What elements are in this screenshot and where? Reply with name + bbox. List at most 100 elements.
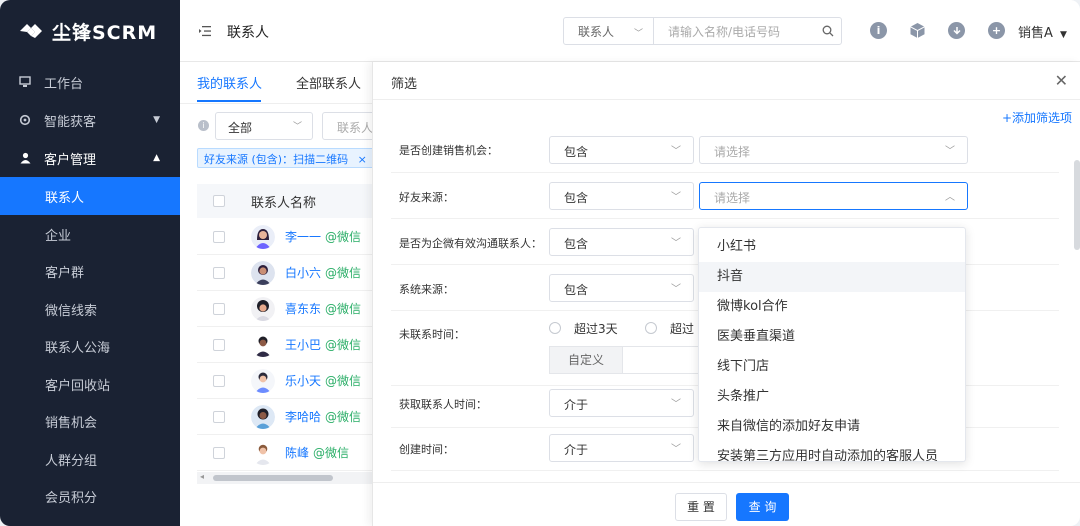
contact-name[interactable]: 李一一 [285, 228, 321, 245]
sidebar-item-label: 会员积分 [45, 490, 98, 506]
operator-select[interactable]: 介于 ﹀ [549, 434, 694, 462]
sidebar-item-customer-group[interactable]: 客户群 [0, 252, 180, 290]
operator-select[interactable]: 包含 ﹀ [549, 182, 694, 210]
table-row[interactable]: 乐小天 @微信 [197, 363, 372, 399]
operator-select[interactable]: 包含 ﹀ [549, 136, 694, 164]
filter-label: 未联系时间： [399, 328, 465, 341]
select-all-checkbox[interactable] [213, 195, 225, 207]
tab-all-contacts[interactable]: 全部联系人 [296, 73, 361, 92]
operator-value: 介于 [564, 398, 589, 412]
value-select[interactable]: 请选择 ﹀ [699, 136, 968, 164]
row-checkbox[interactable] [213, 230, 225, 243]
sidebar-item-label: 工作台 [44, 76, 84, 92]
table-row[interactable]: 王小巴 @微信 [197, 327, 372, 363]
sidebar-item-label: 客户回收站 [45, 378, 111, 394]
operator-select[interactable]: 包含 ﹀ [549, 274, 694, 302]
monitor-icon [18, 75, 32, 89]
sidebar-item-contacts[interactable]: 联系人 [0, 177, 180, 215]
avatar [251, 332, 275, 357]
caret-down-icon: ▼ [153, 115, 160, 125]
table-row[interactable]: 陈峰 @微信 [197, 435, 372, 471]
search-input[interactable]: 请输入名称/电话号码 [654, 23, 815, 40]
radio-over[interactable] [645, 322, 657, 334]
contact-list-panel: 我的联系人 全部联系人 i 全部 ﹀ 联系人 好友来源 (包含)：扫描二维码 ×… [180, 62, 382, 526]
help-icon[interactable]: i [870, 22, 887, 39]
dropdown-option[interactable]: 医美垂直渠道 [699, 322, 965, 352]
search-type-select[interactable]: 联系人 ﹀ [564, 18, 654, 44]
dropdown-option[interactable]: 微博kol合作 [699, 292, 965, 322]
custom-range-button[interactable]: 自定义 [549, 346, 623, 374]
sidebar-item-member-points[interactable]: 会员积分 [0, 477, 180, 515]
sidebar-item-wechat-leads[interactable]: 微信线索 [0, 290, 180, 328]
dropdown-option[interactable]: 安装第三方应用时自动添加的客服人员 [699, 442, 965, 461]
menu-fold-icon[interactable] [198, 24, 212, 38]
operator-select[interactable]: 介于 ﹀ [549, 389, 694, 417]
download-icon[interactable] [948, 22, 965, 39]
sidebar-item-acquisition[interactable]: 智能获客 ▼ [0, 101, 180, 139]
info-icon: i [198, 120, 209, 131]
tab-bar: 我的联系人 全部联系人 [180, 62, 372, 104]
sidebar-item-label: 企业 [45, 228, 72, 244]
sidebar-item-company[interactable]: 企业 [0, 215, 180, 253]
radio-over-3-days[interactable] [549, 322, 561, 334]
table-row[interactable]: 白小六 @微信 [197, 255, 372, 291]
query-button[interactable]: 查 询 [736, 493, 789, 521]
sidebar-item-sales-opportunity[interactable]: 销售机会 [0, 402, 180, 440]
operator-value: 包含 [564, 283, 589, 297]
contact-name[interactable]: 乐小天 [285, 372, 321, 389]
logo-icon [20, 24, 42, 38]
row-checkbox[interactable] [213, 374, 225, 387]
search-icon[interactable] [815, 25, 841, 37]
reset-button[interactable]: 重 置 [675, 493, 727, 521]
contact-name[interactable]: 白小六 [285, 264, 321, 281]
dropdown-option[interactable]: 小红书 [699, 232, 965, 262]
sidebar-item-recycle-bin[interactable]: 客户回收站 [0, 365, 180, 403]
sidebar-item-crowd-group[interactable]: 人群分组 [0, 440, 180, 478]
row-checkbox[interactable] [213, 338, 225, 351]
sidebar-item-label: 客户群 [45, 265, 85, 281]
add-icon[interactable]: + [988, 22, 1005, 39]
sidebar-item-customer-mgmt[interactable]: 客户管理 ▲ [0, 139, 180, 177]
avatar [251, 296, 275, 321]
chevron-down-icon: ﹀ [671, 192, 681, 203]
row-checkbox[interactable] [213, 446, 225, 459]
sidebar-item-contact-pool[interactable]: 联系人公海 [0, 327, 180, 365]
avatar [251, 224, 275, 249]
table-row[interactable]: 李哈哈 @微信 [197, 399, 372, 435]
contact-name[interactable]: 陈峰 [285, 444, 309, 461]
contact-name[interactable]: 李哈哈 [285, 408, 321, 425]
scrollbar-thumb[interactable] [213, 475, 333, 481]
horizontal-scrollbar[interactable]: ◂ [197, 472, 372, 484]
drawer-title: 筛选 [391, 77, 418, 92]
operator-select[interactable]: 包含 ﹀ [549, 228, 694, 256]
row-checkbox[interactable] [213, 410, 225, 423]
contact-name[interactable]: 喜东东 [285, 300, 321, 317]
contact-source: @微信 [325, 410, 362, 424]
dropdown-option[interactable]: 线下门店 [699, 352, 965, 382]
user-menu[interactable]: 销售A ▼ [1018, 22, 1067, 41]
tab-my-contacts[interactable]: 我的联系人 [197, 73, 262, 92]
contact-name[interactable]: 王小巴 [285, 336, 321, 353]
close-icon[interactable]: × [358, 153, 367, 166]
custom-range-input[interactable] [623, 346, 703, 374]
contact-source: @微信 [325, 266, 362, 280]
active-filter-tag: 好友来源 (包含)：扫描二维码 × [197, 148, 374, 168]
close-icon[interactable]: ✕ [1055, 71, 1068, 90]
sidebar-item-label: 客户管理 [44, 152, 97, 168]
scroll-left-icon[interactable]: ◂ [200, 472, 204, 481]
table-row[interactable]: 喜东东 @微信 [197, 291, 372, 327]
value-select[interactable]: 请选择 ︿ [699, 182, 968, 210]
dropdown-option[interactable]: 来自微信的添加好友申请 [699, 412, 965, 442]
sidebar: 尘锋SCRM 工作台 智能获客 ▼ 客户管理 ▲ 联系人 企业 客户群 微信线索… [0, 0, 180, 526]
filter-label: 创建时间： [399, 443, 454, 456]
sidebar-item-workbench[interactable]: 工作台 [0, 63, 180, 101]
dropdown-option[interactable]: 头条推广 [699, 382, 965, 412]
scope-select[interactable]: 全部 ﹀ [215, 112, 313, 140]
vertical-scrollbar[interactable] [1074, 160, 1080, 250]
row-checkbox[interactable] [213, 302, 225, 315]
table-row[interactable]: 李一一 @微信 [197, 219, 372, 255]
dropdown-option[interactable]: 抖音 [699, 262, 965, 292]
row-checkbox[interactable] [213, 266, 225, 279]
cube-icon[interactable] [909, 22, 926, 39]
avatar [251, 404, 275, 429]
